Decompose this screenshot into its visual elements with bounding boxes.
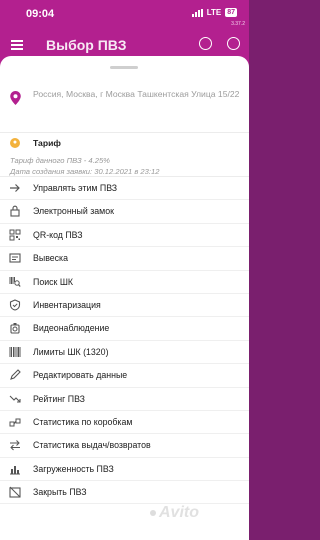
tariff-block: ● Тариф Тариф данного ПВЗ - 4.25% Дата с… [0,132,249,182]
menu-item-qr[interactable]: QR-код ПВЗ [0,224,249,248]
tariff-date: Дата создания заявки: 30.12.2021 в 23:12 [10,167,160,176]
sheet-grabber[interactable] [110,66,138,69]
menu-item-label: Поиск ШК [33,276,74,287]
menu-item-rating[interactable]: Рейтинг ПВЗ [0,388,249,411]
menu-icon[interactable] [11,40,23,50]
address-row: Россия, Москва, г Москва Ташкентская Ули… [0,84,249,132]
signal-icon [191,8,203,17]
pencil-icon [10,369,21,380]
status-time: 09:04 [26,8,55,20]
menu-item-box-stats[interactable]: Статистика по коробкам [0,411,249,435]
tariff-icon: ● [10,138,20,148]
address-text: Россия, Москва, г Москва Ташкентская Ули… [33,89,240,99]
close-store-icon [9,486,21,498]
menu-item-label: Лимиты ШК (1320) [33,346,109,357]
page-title: Выбор ПВЗ [46,37,127,53]
menu-item-label: Редактировать данные [33,370,128,381]
load-chart-icon [10,465,20,475]
location-pin-icon [10,91,21,105]
menu-item-signboard[interactable]: Вывеска [0,247,249,271]
trend-down-icon [9,395,21,403]
menu-item-label: Статистика по коробкам [33,416,133,427]
menu-item-label: Рейтинг ПВЗ [33,393,85,404]
menu-item-load[interactable]: Загруженность ПВЗ [0,458,249,482]
watermark: Avito [150,504,199,522]
barcode-icon [9,346,21,357]
shield-check-icon [9,299,21,311]
menu-item-label: Статистика выдач/возвратов [33,440,151,451]
battery-icon: 87 [225,8,237,17]
menu-item-video[interactable]: Видеонаблюдение [0,317,249,341]
barcode-search-icon [9,276,21,287]
menu-item-label: Закрыть ПВЗ [33,487,87,498]
menu-item-limits[interactable]: Лимиты ШК (1320) [0,341,249,365]
watermark-text: Avito [159,504,199,521]
boxes-chart-icon [9,418,21,427]
bottom-sheet: Россия, Москва, г Москва Ташкентская Ули… [0,56,249,540]
menu-item-close[interactable]: Закрыть ПВЗ [0,481,249,505]
status-bar: 09:04 LTE 87 3.37.2 [0,0,249,27]
chat-icon[interactable] [199,37,212,50]
menu-item-lock[interactable]: Электронный замок [0,200,249,224]
status-indicators: LTE 87 [191,8,237,17]
menu-item-issue-stats[interactable]: Статистика выдач/возвратов [0,434,249,458]
menu-item-edit[interactable]: Редактировать данные [0,364,249,388]
lock-icon [10,206,20,217]
menu-item-label: Загруженность ПВЗ [33,463,114,474]
network-label: LTE [206,8,222,17]
qr-code-icon [9,229,21,241]
menu-item-label: Вывеска [33,253,68,264]
menu-item-label: Управлять этим ПВЗ [33,183,118,193]
menu-item-label: Инвентаризация [33,299,101,310]
menu-item-label: Видеонаблюдение [33,323,110,334]
swap-icon [10,440,20,451]
menu-list: Управлять этим ПВЗ Электронный замок QR-… [0,177,249,505]
menu-item-barcode-search[interactable]: Поиск ШК [0,271,249,294]
forward-arrow-icon [10,184,20,192]
camera-icon [10,323,20,334]
menu-item-label: QR-код ПВЗ [33,229,83,240]
menu-item-inventory[interactable]: Инвентаризация [0,294,249,318]
menu-item-label: Электронный замок [33,206,114,217]
tariff-rate: Тариф данного ПВЗ - 4.25% [10,156,110,165]
profile-icon[interactable] [227,37,240,50]
menu-item-manage[interactable]: Управлять этим ПВЗ [0,177,249,201]
watermark-logo [150,510,156,516]
signboard-icon [9,253,21,263]
tariff-title: Тариф [33,138,61,148]
